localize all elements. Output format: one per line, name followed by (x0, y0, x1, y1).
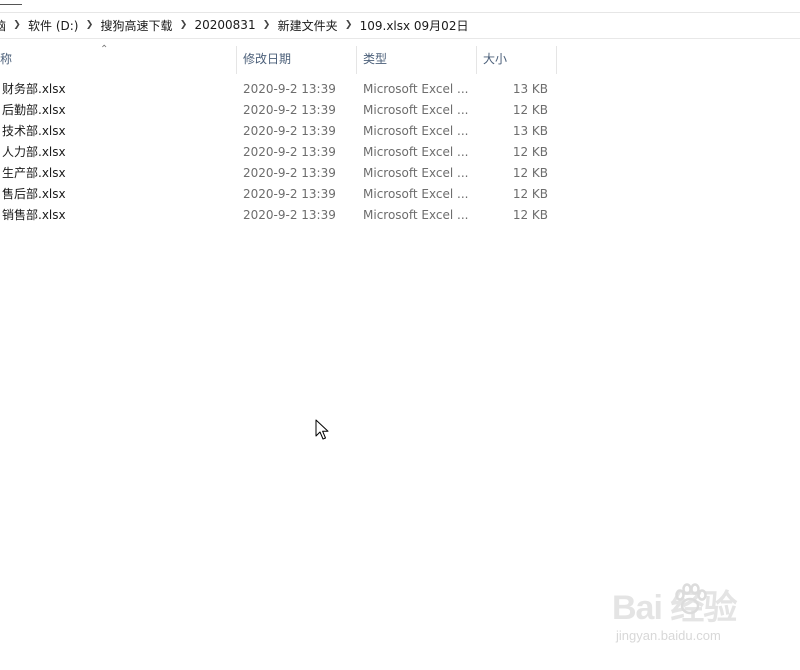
file-date: 2020-9-2 13:39 (243, 166, 336, 180)
file-row[interactable]: 技术部.xlsx 2020-9-2 13:39 Microsoft Excel … (0, 121, 800, 142)
file-type: Microsoft Excel ... (363, 103, 469, 117)
file-row[interactable]: 生产部.xlsx 2020-9-2 13:39 Microsoft Excel … (0, 163, 800, 184)
file-size: 12 KB (512, 208, 548, 222)
file-date: 2020-9-2 13:39 (243, 82, 336, 96)
file-list: 财务部.xlsx 2020-9-2 13:39 Microsoft Excel … (0, 79, 800, 226)
ribbon-stub (0, 0, 22, 5)
file-type: Microsoft Excel ... (363, 145, 469, 159)
file-row[interactable]: 财务部.xlsx 2020-9-2 13:39 Microsoft Excel … (0, 79, 800, 100)
file-date: 2020-9-2 13:39 (243, 145, 336, 159)
file-name[interactable]: 售后部.xlsx (2, 184, 66, 205)
file-size: 13 KB (512, 124, 548, 138)
paw-logo-icon (675, 583, 707, 615)
file-row[interactable]: 售后部.xlsx 2020-9-2 13:39 Microsoft Excel … (0, 184, 800, 205)
column-header: ⌃ 称 修改日期 类型 大小 (0, 42, 800, 76)
file-name[interactable]: 生产部.xlsx (2, 163, 66, 184)
column-header-name[interactable]: 称 (0, 42, 236, 76)
breadcrumb-item-drive-d[interactable]: 软件 (D:) (28, 12, 78, 38)
file-date: 2020-9-2 13:39 (243, 103, 336, 117)
file-row[interactable]: 销售部.xlsx 2020-9-2 13:39 Microsoft Excel … (0, 205, 800, 226)
file-type: Microsoft Excel ... (363, 187, 469, 201)
file-size: 12 KB (512, 103, 548, 117)
file-type: Microsoft Excel ... (363, 82, 469, 96)
file-type: Microsoft Excel ... (363, 208, 469, 222)
file-name[interactable]: 后勤部.xlsx (2, 100, 66, 121)
file-date: 2020-9-2 13:39 (243, 208, 336, 222)
file-size: 12 KB (512, 166, 548, 180)
file-name[interactable]: 人力部.xlsx (2, 142, 66, 163)
column-divider[interactable] (556, 46, 557, 74)
chevron-right-icon[interactable]: ❯ (78, 20, 100, 30)
file-size: 13 KB (512, 82, 548, 96)
breadcrumb-item-20200831[interactable]: 20200831 (195, 12, 256, 38)
file-size: 12 KB (512, 145, 548, 159)
chevron-right-icon[interactable]: ❯ (338, 20, 360, 30)
chevron-right-icon[interactable]: ❯ (173, 20, 195, 30)
file-date: 2020-9-2 13:39 (243, 124, 336, 138)
watermark-url: jingyan.baidu.com (616, 628, 721, 643)
file-row[interactable]: 人力部.xlsx 2020-9-2 13:39 Microsoft Excel … (0, 142, 800, 163)
file-row[interactable]: 后勤部.xlsx 2020-9-2 13:39 Microsoft Excel … (0, 100, 800, 121)
breadcrumb-item-new-folder[interactable]: 新建文件夹 (278, 12, 338, 38)
file-name[interactable]: 财务部.xlsx (2, 79, 66, 100)
file-type: Microsoft Excel ... (363, 166, 469, 180)
file-size: 12 KB (512, 187, 548, 201)
chevron-right-icon[interactable]: ❯ (6, 20, 28, 30)
column-header-type[interactable]: 类型 (357, 42, 477, 76)
file-type: Microsoft Excel ... (363, 124, 469, 138)
breadcrumb-item-sogou-downloads[interactable]: 搜狗高速下载 (100, 12, 172, 38)
file-name[interactable]: 技术部.xlsx (2, 121, 66, 142)
file-name[interactable]: 销售部.xlsx (2, 205, 66, 226)
column-header-date[interactable]: 修改日期 (237, 42, 357, 76)
breadcrumb[interactable]: 脑 ❯ 软件 (D:) ❯ 搜狗高速下载 ❯ 20200831 ❯ 新建文件夹 … (0, 12, 800, 39)
chevron-right-icon[interactable]: ❯ (256, 20, 278, 30)
mouse-pointer-icon (315, 419, 329, 440)
file-date: 2020-9-2 13:39 (243, 187, 336, 201)
breadcrumb-item-current-folder[interactable]: 109.xlsx 09月02日 (360, 12, 469, 38)
baidu-jingyan-watermark: Bai 经验 jingyan.baidu.com (612, 580, 762, 655)
column-header-size[interactable]: 大小 (477, 42, 557, 76)
